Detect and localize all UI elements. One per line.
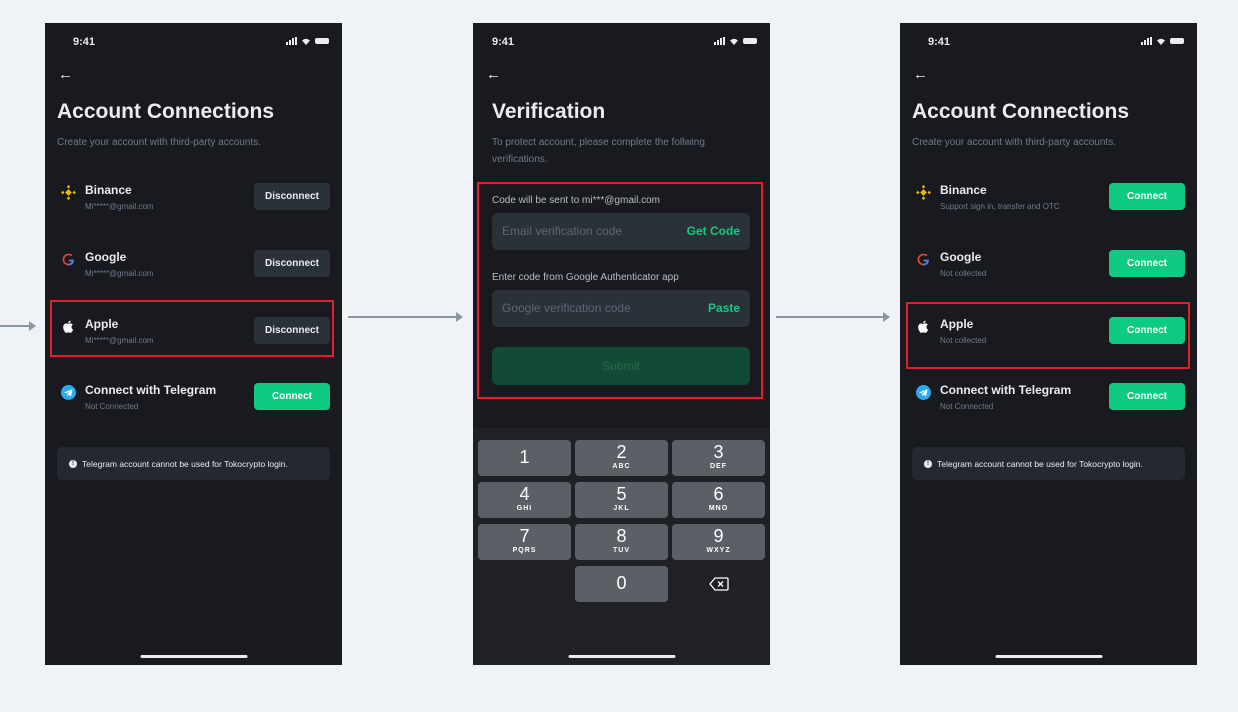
flow-arrow-in	[0, 321, 36, 331]
disconnect-button[interactable]: Disconnect	[254, 183, 330, 210]
key-2[interactable]: 2 ABC	[575, 440, 668, 476]
notice-text: Telegram account cannot be used for Toko…	[937, 458, 1143, 469]
notice-text: Telegram account cannot be used for Toko…	[82, 458, 288, 469]
signal-icon	[286, 37, 297, 45]
account-detail: Not Connected	[940, 402, 994, 411]
delete-key[interactable]	[672, 566, 765, 602]
account-detail: Mi*****@gmail.com	[85, 202, 154, 211]
signal-icon	[714, 37, 725, 45]
binance-icon	[61, 185, 76, 200]
account-name: Connect with Telegram	[940, 383, 1072, 397]
back-arrow-icon[interactable]: ←	[486, 67, 501, 83]
account-detail: Mi*****@gmail.com	[85, 269, 154, 278]
key-5[interactable]: 5 JKL	[575, 482, 668, 518]
highlight-apple-row	[906, 302, 1190, 369]
account-name: Binance	[85, 183, 132, 197]
battery-icon	[1170, 38, 1184, 44]
wifi-icon	[730, 38, 738, 45]
highlight-apple-row	[50, 300, 334, 357]
connect-button[interactable]: Connect	[1109, 250, 1185, 277]
key-4[interactable]: 4 GHI	[478, 482, 571, 518]
highlight-verification-form	[477, 182, 763, 399]
disconnect-button[interactable]: Disconnect	[254, 250, 330, 277]
account-row-binance: Binance Support sign in, transfer and OT…	[912, 183, 1185, 223]
account-row-telegram: Connect with Telegram Not Connected Conn…	[57, 383, 330, 423]
flow-arrow-1	[348, 312, 463, 322]
account-name: Google	[940, 250, 982, 264]
flow-arrow-2	[776, 312, 890, 322]
google-icon	[917, 253, 929, 266]
account-row-google: Google Not collected Connect	[912, 250, 1185, 290]
page-subtitle: Create your account with third-party acc…	[57, 137, 261, 148]
key-1[interactable]: 1	[478, 440, 571, 476]
status-bar: 9:41	[473, 36, 770, 50]
telegram-notice: ! Telegram account cannot be used for To…	[57, 447, 330, 480]
key-3[interactable]: 3 DEF	[672, 440, 765, 476]
status-bar: 9:41	[900, 36, 1197, 50]
account-detail: Not collected	[940, 269, 987, 278]
account-name: Google	[85, 250, 127, 264]
telegram-notice: ! Telegram account cannot be used for To…	[912, 447, 1185, 480]
account-detail: Support sign in, transfer and OTC	[940, 202, 1060, 211]
account-name: Binance	[940, 183, 987, 197]
home-indicator	[140, 655, 247, 658]
google-icon	[62, 253, 74, 266]
signal-icon	[1141, 37, 1152, 45]
connect-button[interactable]: Connect	[1109, 383, 1185, 410]
account-name: Connect with Telegram	[85, 383, 217, 397]
back-arrow-icon[interactable]: ←	[913, 67, 928, 83]
account-row-binance: Binance Mi*****@gmail.com Disconnect	[57, 183, 330, 223]
key-0[interactable]: 0	[575, 566, 668, 602]
connect-button[interactable]: Connect	[1109, 183, 1185, 210]
info-icon: !	[924, 459, 932, 468]
key-8[interactable]: 8 TUV	[575, 524, 668, 560]
back-arrow-icon[interactable]: ←	[58, 67, 73, 83]
account-row-telegram: Connect with Telegram Not Connected Conn…	[912, 383, 1185, 423]
status-bar: 9:41	[45, 36, 342, 50]
telegram-icon	[61, 385, 76, 400]
page-title: Account Connections	[912, 100, 1130, 123]
account-row-google: Google Mi*****@gmail.com Disconnect	[57, 250, 330, 290]
binance-icon	[916, 185, 931, 200]
battery-icon	[743, 38, 757, 44]
page-title: Account Connections	[57, 100, 275, 123]
info-icon: !	[69, 459, 77, 468]
home-indicator	[995, 655, 1102, 658]
battery-icon	[315, 38, 329, 44]
page-subtitle: Create your account with third-party acc…	[912, 137, 1116, 148]
page-title: Verification	[492, 100, 606, 123]
status-time: 9:41	[928, 36, 951, 48]
key-9[interactable]: 9 WXYZ	[672, 524, 765, 560]
page-subtitle: To protect account, please complete the …	[492, 137, 705, 165]
wifi-icon	[1157, 38, 1165, 45]
key-7[interactable]: 7 PQRS	[478, 524, 571, 560]
status-time: 9:41	[73, 36, 96, 48]
home-indicator	[568, 655, 675, 658]
numeric-keypad: 1 2 ABC 3 DEF 4 GHI 5 JKL 6 MNO 7 PQRS 8 TUV 9W…	[473, 428, 770, 665]
backspace-icon	[708, 577, 729, 591]
key-6[interactable]: 6 MNO	[672, 482, 765, 518]
connect-button[interactable]: Connect	[254, 383, 330, 410]
status-time: 9:41	[492, 36, 515, 48]
account-detail: Not Connected	[85, 402, 139, 411]
telegram-icon	[916, 385, 931, 400]
wifi-icon	[302, 38, 310, 45]
